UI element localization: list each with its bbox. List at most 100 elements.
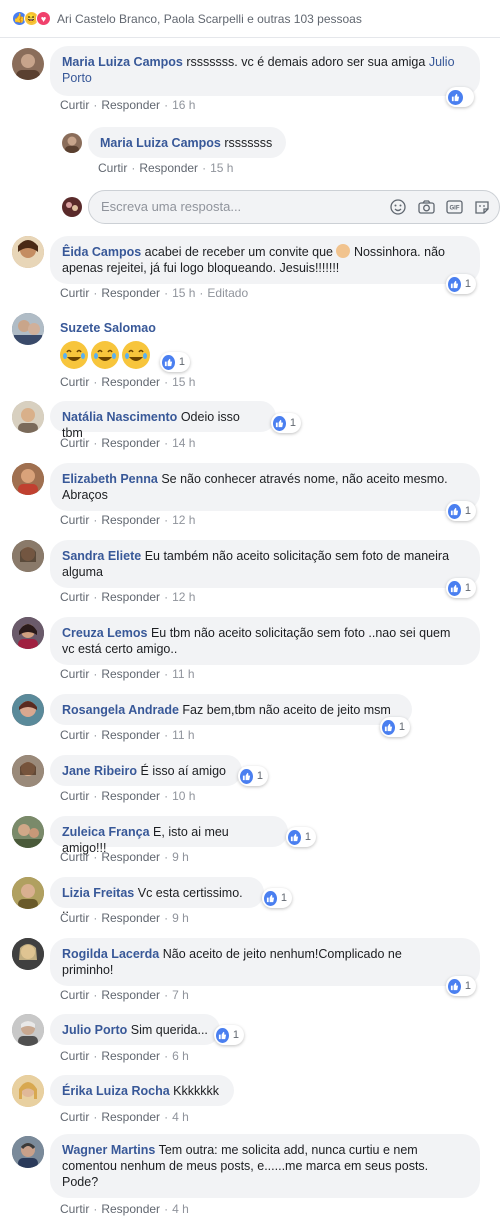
comment-time[interactable]: 6 h	[172, 1049, 189, 1063]
avatar[interactable]	[12, 1075, 44, 1107]
comment-time[interactable]: 4 h	[172, 1110, 189, 1124]
reply-link[interactable]: Responder	[101, 850, 160, 864]
reactions-text[interactable]: Ari Castelo Branco, Paola Scarpelli e ou…	[57, 12, 362, 26]
comment-author[interactable]: Jane Ribeiro	[62, 764, 137, 778]
emoji-icon[interactable]	[389, 198, 407, 216]
reply-link[interactable]: Responder	[101, 728, 160, 742]
reply-link[interactable]: Responder	[101, 98, 160, 112]
reply-input-box[interactable]: GIF	[88, 190, 500, 224]
reply-link[interactable]: Responder	[101, 988, 160, 1002]
like-link[interactable]: Curtir	[60, 1049, 89, 1063]
like-link[interactable]: Curtir	[60, 1202, 89, 1216]
comment-time[interactable]: 15 h	[172, 375, 195, 389]
like-link[interactable]: Curtir	[60, 850, 89, 864]
avatar[interactable]	[12, 816, 44, 848]
comment-reaction-count[interactable]: 1	[380, 717, 410, 737]
like-link[interactable]: Curtir	[60, 789, 89, 803]
avatar[interactable]	[12, 48, 44, 80]
reply-link[interactable]: Responder	[101, 436, 160, 450]
comment-time[interactable]: 11 h	[172, 667, 194, 681]
comment-reaction-count[interactable]: 1	[271, 413, 301, 433]
like-link[interactable]: Curtir	[60, 513, 89, 527]
comment-reaction-count[interactable]: 1	[446, 578, 476, 598]
comment-author[interactable]: Elizabeth Penna	[62, 472, 158, 486]
reply-link[interactable]: Responder	[101, 1110, 160, 1124]
comment-reaction-count[interactable]: 1	[214, 1025, 244, 1045]
comment-author[interactable]: Zuleica França	[62, 825, 150, 839]
reply-link[interactable]: Responder	[139, 161, 198, 175]
like-link[interactable]: Curtir	[60, 667, 89, 681]
like-link[interactable]: Curtir	[60, 1110, 89, 1124]
comment-time[interactable]: 9 h	[172, 911, 189, 925]
comment-reaction-count[interactable]: 1	[160, 352, 190, 372]
reply-link[interactable]: Responder	[101, 789, 160, 803]
comment-reaction-count[interactable]: 1	[446, 501, 476, 521]
reply-link[interactable]: Responder	[101, 911, 160, 925]
like-link[interactable]: Curtir	[60, 590, 89, 604]
comment-time[interactable]: 16 h	[172, 98, 195, 112]
reply-link[interactable]: Responder	[101, 513, 160, 527]
comment-reaction-count[interactable]: 1	[446, 976, 476, 996]
comment-author[interactable]: Lizia Freitas	[62, 886, 134, 900]
like-link[interactable]: Curtir	[60, 286, 89, 300]
comment-author[interactable]: Wagner Martins	[62, 1143, 155, 1157]
comment-author[interactable]: Êida Campos	[62, 245, 141, 259]
camera-icon[interactable]	[417, 198, 435, 216]
reply-link[interactable]: Responder	[101, 1202, 160, 1216]
like-link[interactable]: Curtir	[60, 375, 89, 389]
avatar[interactable]	[12, 755, 44, 787]
comment-reaction-count[interactable]: 1	[238, 766, 268, 786]
comment-reaction-count[interactable]: 1	[286, 827, 316, 847]
comment-reaction-count[interactable]: 1	[262, 888, 292, 908]
like-link[interactable]: Curtir	[60, 436, 89, 450]
like-link[interactable]: Curtir	[60, 98, 89, 112]
avatar[interactable]	[62, 133, 82, 153]
comment-author[interactable]: Suzete Salomao	[60, 321, 156, 335]
comment-author[interactable]: Érika Luiza Rocha	[62, 1084, 170, 1098]
gif-icon[interactable]: GIF	[445, 198, 463, 216]
reactions-summary[interactable]: 👍 😆 ♥ Ari Castelo Branco, Paola Scarpell…	[0, 0, 500, 38]
reply-link[interactable]: Responder	[101, 1049, 160, 1063]
comment-time[interactable]: 7 h	[172, 988, 189, 1002]
comment-author[interactable]: Natália Nascimento	[62, 410, 177, 424]
avatar[interactable]	[12, 938, 44, 970]
like-link[interactable]: Curtir	[60, 728, 89, 742]
avatar[interactable]	[12, 694, 44, 726]
comment-author[interactable]: Julio Porto	[62, 1023, 127, 1037]
comment-author[interactable]: Rosangela Andrade	[62, 703, 179, 717]
avatar[interactable]	[12, 1136, 44, 1168]
like-link[interactable]: Curtir	[60, 911, 89, 925]
comment-author[interactable]: Rogilda Lacerda	[62, 947, 159, 961]
avatar[interactable]	[12, 540, 44, 572]
avatar[interactable]	[12, 1014, 44, 1046]
reply-input[interactable]	[101, 199, 381, 214]
comment-time[interactable]: 15 h	[210, 161, 233, 175]
comment-reaction-count[interactable]: 1	[446, 274, 476, 294]
avatar[interactable]	[12, 617, 44, 649]
comment-author[interactable]: Creuza Lemos	[62, 626, 147, 640]
comment-author[interactable]: Maria Luiza Campos	[62, 55, 183, 69]
comment-time[interactable]: 4 h	[172, 1202, 189, 1216]
avatar[interactable]	[12, 877, 44, 909]
comment-time[interactable]: 12 h	[172, 513, 195, 527]
comment-author[interactable]: Maria Luiza Campos	[100, 136, 221, 150]
comment-time[interactable]: 10 h	[172, 789, 195, 803]
avatar[interactable]	[12, 401, 44, 433]
reply-link[interactable]: Responder	[101, 286, 160, 300]
comment-author[interactable]: Sandra Eliete	[62, 549, 141, 563]
comment-time[interactable]: 12 h	[172, 590, 195, 604]
comment-time[interactable]: 15 h	[172, 286, 195, 300]
reply-link[interactable]: Responder	[101, 667, 160, 681]
like-link[interactable]: Curtir	[98, 161, 127, 175]
comment-time[interactable]: 11 h	[172, 728, 194, 742]
comment-reaction-count[interactable]	[446, 87, 474, 107]
like-link[interactable]: Curtir	[60, 988, 89, 1002]
sticker-icon[interactable]	[473, 198, 491, 216]
reply-link[interactable]: Responder	[101, 375, 160, 389]
avatar[interactable]	[12, 463, 44, 495]
comment-time[interactable]: 9 h	[172, 850, 189, 864]
reply-link[interactable]: Responder	[101, 590, 160, 604]
avatar[interactable]	[12, 313, 44, 345]
comment-time[interactable]: 14 h	[172, 436, 195, 450]
avatar[interactable]	[12, 236, 44, 268]
